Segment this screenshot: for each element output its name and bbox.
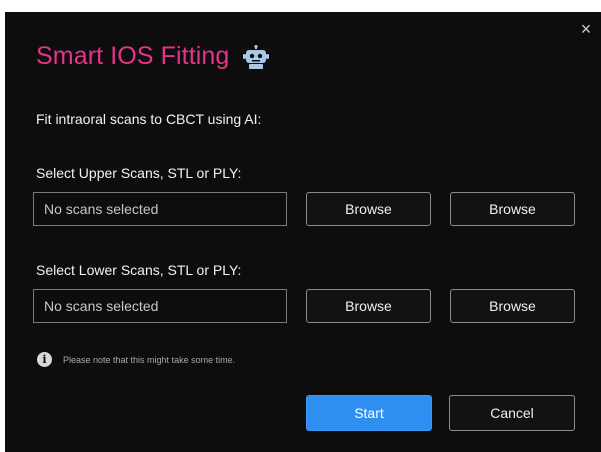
lower-scans-label: Select Lower Scans, STL or PLY: <box>36 262 242 278</box>
info-icon: i <box>37 352 52 367</box>
start-button[interactable]: Start <box>306 395 432 431</box>
cancel-button[interactable]: Cancel <box>449 395 575 431</box>
upper-scans-input[interactable]: No scans selected <box>33 192 287 226</box>
note-text: Please note that this might take some ti… <box>63 354 236 365</box>
dialog-subtitle: Fit intraoral scans to CBCT using AI: <box>36 111 262 127</box>
smart-ios-fitting-dialog: × Smart IOS Fitting Fit intraoral scans … <box>5 12 601 452</box>
upper-browse-button-2[interactable]: Browse <box>450 192 575 226</box>
lower-browse-button-1[interactable]: Browse <box>306 289 431 323</box>
lower-browse-button-2[interactable]: Browse <box>450 289 575 323</box>
time-note: i Please note that this might take some … <box>37 352 235 367</box>
upper-scans-label: Select Upper Scans, STL or PLY: <box>36 165 242 181</box>
dialog-title: Smart IOS Fitting <box>36 42 230 70</box>
lower-scans-input[interactable]: No scans selected <box>33 289 287 323</box>
robot-icon <box>243 44 270 69</box>
upper-browse-button-1[interactable]: Browse <box>306 192 431 226</box>
dialog-header: Smart IOS Fitting <box>36 42 270 71</box>
close-icon[interactable]: × <box>577 20 595 38</box>
